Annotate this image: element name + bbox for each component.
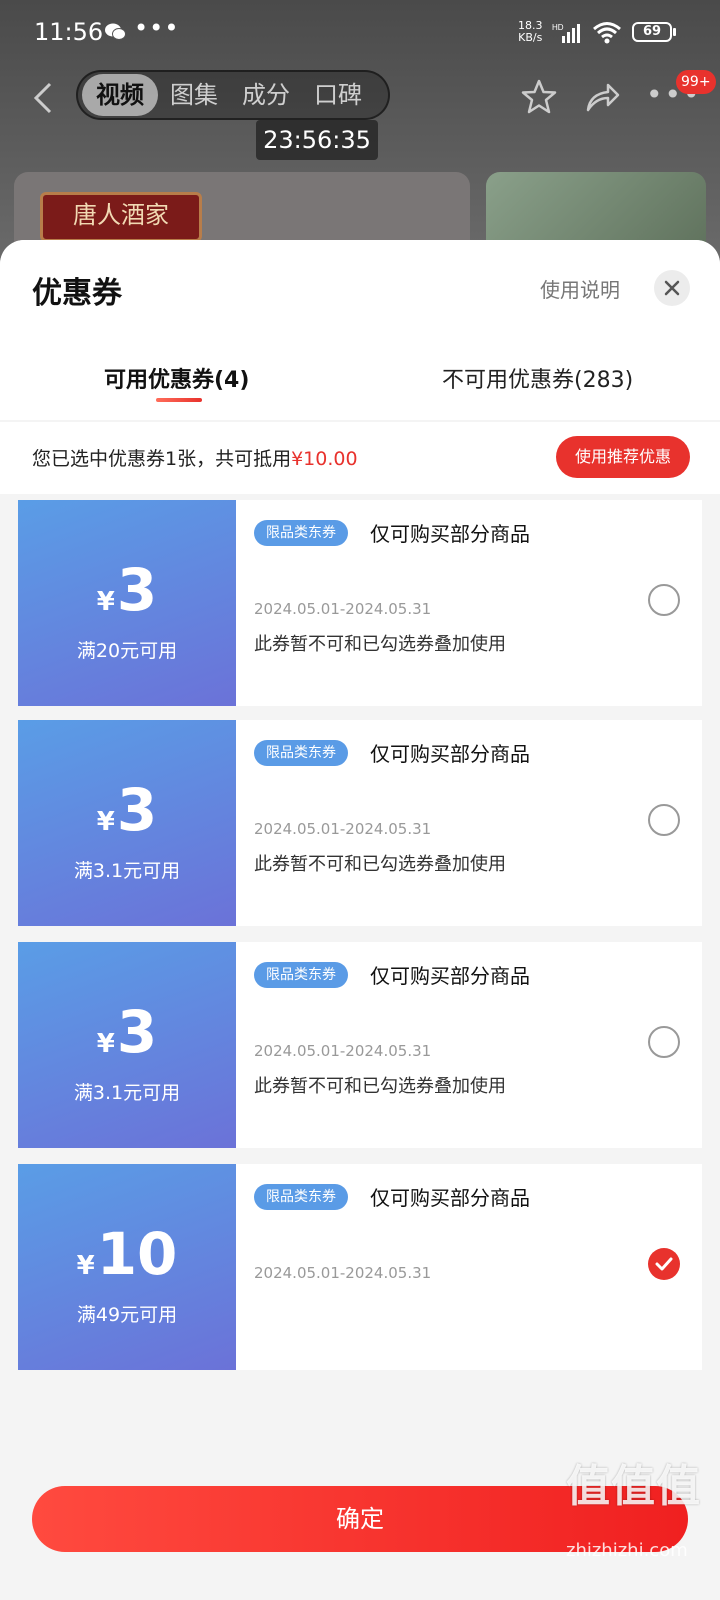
coupon-amount: ¥3 <box>18 776 236 844</box>
sheet-title: 优惠券 <box>32 276 122 311</box>
battery-indicator: 69 <box>632 22 676 42</box>
star-favorite-icon[interactable] <box>520 78 558 116</box>
coupon-value-panel: ¥3 满3.1元可用 <box>14 720 236 926</box>
coupon-validity: 2024.05.01-2024.05.31 <box>254 1264 432 1282</box>
coupon-condition: 满3.1元可用 <box>73 1082 181 1104</box>
coupon-type-tag: 限品类东券 <box>254 1184 348 1210</box>
coupon-note: 此券暂不可和已勾选券叠加使用 <box>254 854 506 875</box>
coupon-condition: 满49元可用 <box>76 1304 178 1326</box>
coupon-type-tag: 限品类东券 <box>254 962 348 988</box>
currency-symbol: ¥ <box>96 807 115 837</box>
coupon-condition: 满20元可用 <box>76 640 178 662</box>
coupon-value-panel: ¥10 满49元可用 <box>14 1164 236 1370</box>
active-tab-indicator <box>156 398 202 402</box>
coupon-type-tag: 限品类东券 <box>254 740 348 766</box>
coupon-amount-value: 3 <box>116 776 158 844</box>
tab-reviews[interactable]: 口碑 <box>302 74 374 116</box>
tab-available-coupons[interactable]: 可用优惠券(4) <box>104 362 249 394</box>
status-bar: 11:56 ••• 18.3 KB/s HD 69 <box>0 0 720 64</box>
coupon-sheet: 优惠券 使用说明 可用优惠券(4) 不可用优惠券(283) 您已选中优惠券1张，… <box>0 240 720 1600</box>
coupon-title: 仅可购买部分商品 <box>370 742 530 766</box>
currency-symbol: ¥ <box>76 1251 95 1281</box>
notification-more-icon: ••• <box>134 14 180 42</box>
watermark-logo: 值值值 <box>566 1461 701 1512</box>
coupon-card-selected[interactable]: ¥10 满49元可用 限品类东券 仅可购买部分商品 2024.05.01-202… <box>14 1164 702 1370</box>
tab-gallery[interactable]: 图集 <box>158 74 230 116</box>
coupon-value-panel: ¥3 满20元可用 <box>14 500 236 706</box>
coupon-validity: 2024.05.01-2024.05.31 <box>254 820 432 838</box>
coupon-value-panel: ¥3 满3.1元可用 <box>14 942 236 1148</box>
network-speed-unit: KB/s <box>518 31 543 44</box>
coupon-type-tag: 限品类东券 <box>254 520 348 546</box>
coupon-amount-value: 3 <box>116 998 158 1066</box>
usage-instructions-link[interactable]: 使用说明 <box>540 274 620 303</box>
coupon-title: 仅可购买部分商品 <box>370 964 530 988</box>
watermark-url: zhizhizhi.com <box>566 1540 688 1561</box>
coupon-card[interactable]: ¥3 满3.1元可用 限品类东券 仅可购买部分商品 2024.05.01-202… <box>14 942 702 1148</box>
selection-summary-bar: 您已选中优惠券1张，共可抵用¥10.00 使用推荐优惠 <box>0 422 720 494</box>
coupon-radio[interactable] <box>648 584 680 616</box>
selection-summary: 您已选中优惠券1张，共可抵用¥10.00 <box>32 444 358 471</box>
coupon-validity: 2024.05.01-2024.05.31 <box>254 1042 432 1060</box>
wifi-icon <box>593 22 621 44</box>
tab-video[interactable]: 视频 <box>82 74 158 116</box>
coupon-amount-value: 10 <box>96 1220 178 1288</box>
signal-icon: HD <box>552 23 580 43</box>
use-recommended-button[interactable]: 使用推荐优惠 <box>556 436 690 478</box>
coupon-note: 此券暂不可和已勾选券叠加使用 <box>254 634 506 655</box>
coupon-radio[interactable] <box>648 1026 680 1058</box>
share-icon[interactable] <box>584 80 620 114</box>
countdown-timer: 23:56:35 <box>256 120 378 160</box>
coupon-amount: ¥3 <box>18 556 236 624</box>
brand-logo: 唐人酒家 <box>40 192 202 242</box>
close-icon <box>664 280 680 296</box>
wechat-icon <box>105 23 126 40</box>
coupon-title: 仅可购买部分商品 <box>370 522 530 546</box>
checkmark-icon <box>655 1257 673 1271</box>
sheet-header: 优惠券 使用说明 可用优惠券(4) 不可用优惠券(283) <box>0 240 720 420</box>
summary-amount: ¥10.00 <box>291 448 358 470</box>
status-time: 11:56 <box>34 18 104 46</box>
tab-ingredients[interactable]: 成分 <box>230 74 302 116</box>
coupon-card[interactable]: ¥3 满3.1元可用 限品类东券 仅可购买部分商品 2024.05.01-202… <box>14 720 702 926</box>
coupon-amount: ¥10 <box>18 1220 236 1288</box>
close-button[interactable] <box>654 270 690 306</box>
coupon-radio[interactable] <box>648 804 680 836</box>
coupon-condition: 满3.1元可用 <box>73 860 181 882</box>
network-type-label: HD <box>552 23 564 32</box>
coupon-title: 仅可购买部分商品 <box>370 1186 530 1210</box>
media-tab-bar: 视频 图集 成分 口碑 <box>76 70 390 120</box>
message-count-badge: 99+ <box>676 70 716 94</box>
summary-prefix: 您已选中优惠券1张，共可抵用 <box>32 448 292 470</box>
coupon-radio-checked[interactable] <box>648 1248 680 1280</box>
coupon-card[interactable]: ¥3 满20元可用 限品类东券 仅可购买部分商品 2024.05.01-2024… <box>14 500 702 706</box>
coupon-validity: 2024.05.01-2024.05.31 <box>254 600 432 618</box>
back-arrow-icon[interactable] <box>30 80 60 116</box>
coupon-amount-value: 3 <box>116 556 158 624</box>
network-speed: 18.3 KB/s <box>518 20 543 44</box>
currency-symbol: ¥ <box>96 1029 115 1059</box>
tab-unavailable-coupons[interactable]: 不可用优惠券(283) <box>442 362 633 394</box>
coupon-note: 此券暂不可和已勾选券叠加使用 <box>254 1076 506 1097</box>
currency-symbol: ¥ <box>96 587 115 617</box>
coupon-amount: ¥3 <box>18 998 236 1066</box>
